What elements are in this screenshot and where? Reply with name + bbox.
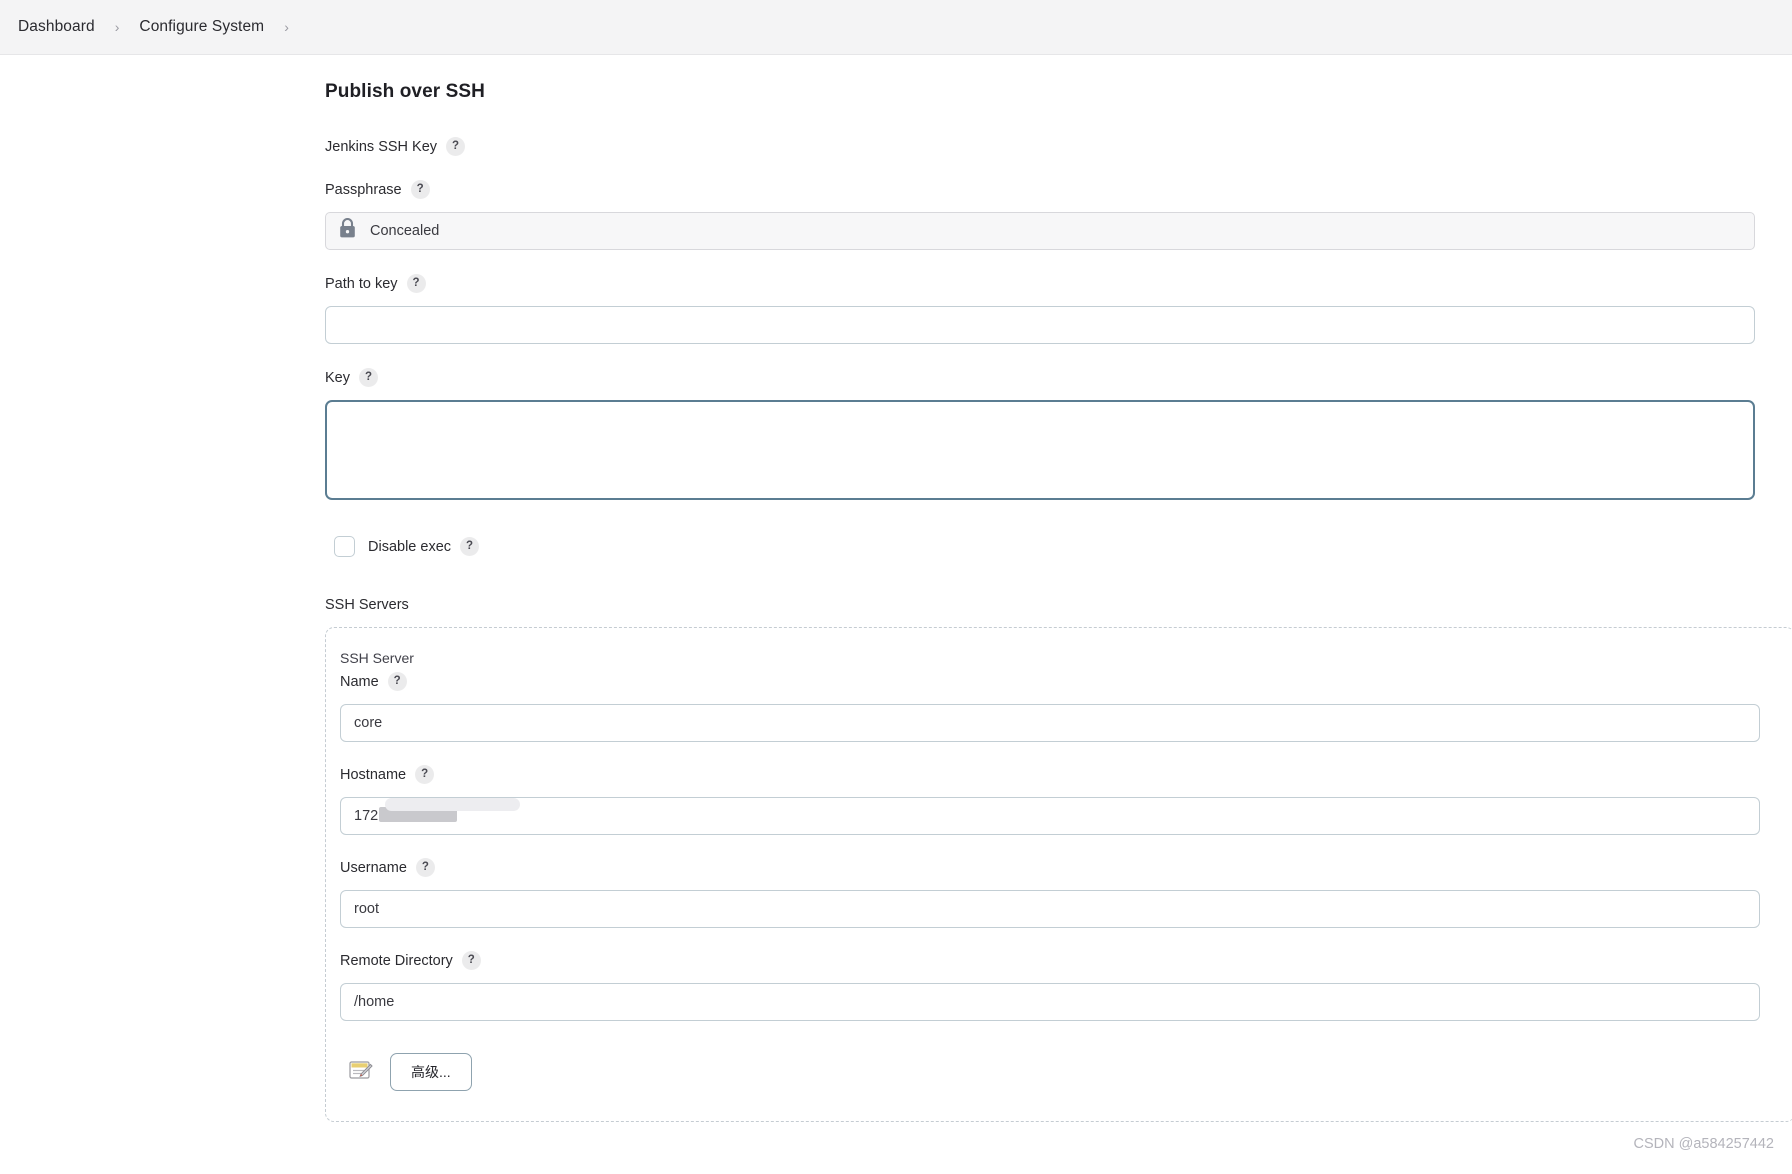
server-hostname-wrapper <box>340 797 1760 835</box>
server-name-label: Name ? <box>340 672 1792 691</box>
page-title: Publish over SSH <box>325 81 485 102</box>
server-username-label: Username ? <box>340 858 1792 877</box>
advanced-button[interactable]: 高级... <box>390 1053 472 1091</box>
passphrase-label-text: Passphrase <box>325 181 402 198</box>
main-content: Publish over SSH Jenkins SSH Key ? Passp… <box>0 55 1792 1174</box>
key-label: Key ? <box>325 368 1792 387</box>
watermark: CSDN @a584257442 <box>1633 1136 1774 1152</box>
ssh-server-container: SSH Server Name ? Hostname ? Username <box>325 627 1792 1122</box>
breadcrumb-item-dashboard[interactable]: Dashboard <box>14 16 99 38</box>
field-path-to-key: Path to key ? <box>325 274 1792 344</box>
server-remote-directory-label-text: Remote Directory <box>340 952 453 969</box>
field-disable-exec: Disable exec ? <box>334 536 1792 557</box>
field-server-hostname: Hostname ? <box>340 765 1792 835</box>
help-icon[interactable]: ? <box>460 537 480 556</box>
server-name-input[interactable] <box>340 704 1760 742</box>
help-icon[interactable]: ? <box>415 858 435 877</box>
key-label-text: Key <box>325 369 350 386</box>
disable-exec-checkbox[interactable] <box>334 536 355 557</box>
help-icon[interactable]: ? <box>415 765 435 784</box>
notepad-pencil-icon <box>348 1057 374 1088</box>
advanced-row: 高级... <box>348 1053 1792 1091</box>
field-passphrase: Passphrase ? Concealed <box>325 180 1792 250</box>
key-textarea[interactable] <box>325 400 1755 500</box>
chevron-right-icon: › <box>284 19 289 35</box>
help-icon[interactable]: ? <box>359 368 378 387</box>
disable-exec-label-text: Disable exec <box>368 538 452 555</box>
ssh-servers-section-label: SSH Servers <box>325 597 409 613</box>
server-remote-directory-input[interactable] <box>340 983 1760 1021</box>
server-hostname-label-text: Hostname <box>340 766 407 783</box>
lock-icon <box>338 217 357 244</box>
passphrase-secret-field[interactable]: Concealed <box>325 212 1755 250</box>
passphrase-value: Concealed <box>370 223 440 239</box>
server-username-input[interactable] <box>340 890 1760 928</box>
help-icon[interactable]: ? <box>410 180 430 199</box>
help-icon[interactable]: ? <box>446 137 466 156</box>
hostname-redaction-overlay <box>379 798 520 822</box>
passphrase-label: Passphrase ? <box>325 180 1792 199</box>
disable-exec-label: Disable exec ? <box>368 537 480 556</box>
server-name-label-text: Name <box>340 673 379 690</box>
jenkins-ssh-key-label-text: Jenkins SSH Key <box>325 138 438 155</box>
field-server-remote-directory: Remote Directory ? <box>340 951 1792 1021</box>
path-to-key-label-text: Path to key <box>325 275 398 292</box>
server-username-label-text: Username <box>340 859 407 876</box>
path-to-key-label: Path to key ? <box>325 274 1792 293</box>
ssh-server-caption: SSH Server <box>340 650 414 666</box>
server-hostname-input[interactable] <box>340 797 1760 835</box>
breadcrumb: Dashboard › Configure System › <box>0 0 1792 55</box>
server-remote-directory-label: Remote Directory ? <box>340 951 1792 970</box>
field-server-name: Name ? <box>340 672 1792 742</box>
field-server-username: Username ? <box>340 858 1792 928</box>
chevron-right-icon: › <box>114 19 120 35</box>
help-icon[interactable]: ? <box>387 672 407 691</box>
field-key: Key ? <box>325 368 1792 500</box>
server-hostname-label: Hostname ? <box>340 765 1792 784</box>
path-to-key-input[interactable] <box>325 306 1755 344</box>
breadcrumb-item-configure-system[interactable]: Configure System <box>135 16 268 38</box>
jenkins-ssh-key-label: Jenkins SSH Key ? <box>325 137 1792 156</box>
field-jenkins-ssh-key: Jenkins SSH Key ? <box>325 137 1792 156</box>
help-icon[interactable]: ? <box>406 274 426 293</box>
help-icon[interactable]: ? <box>461 951 481 970</box>
